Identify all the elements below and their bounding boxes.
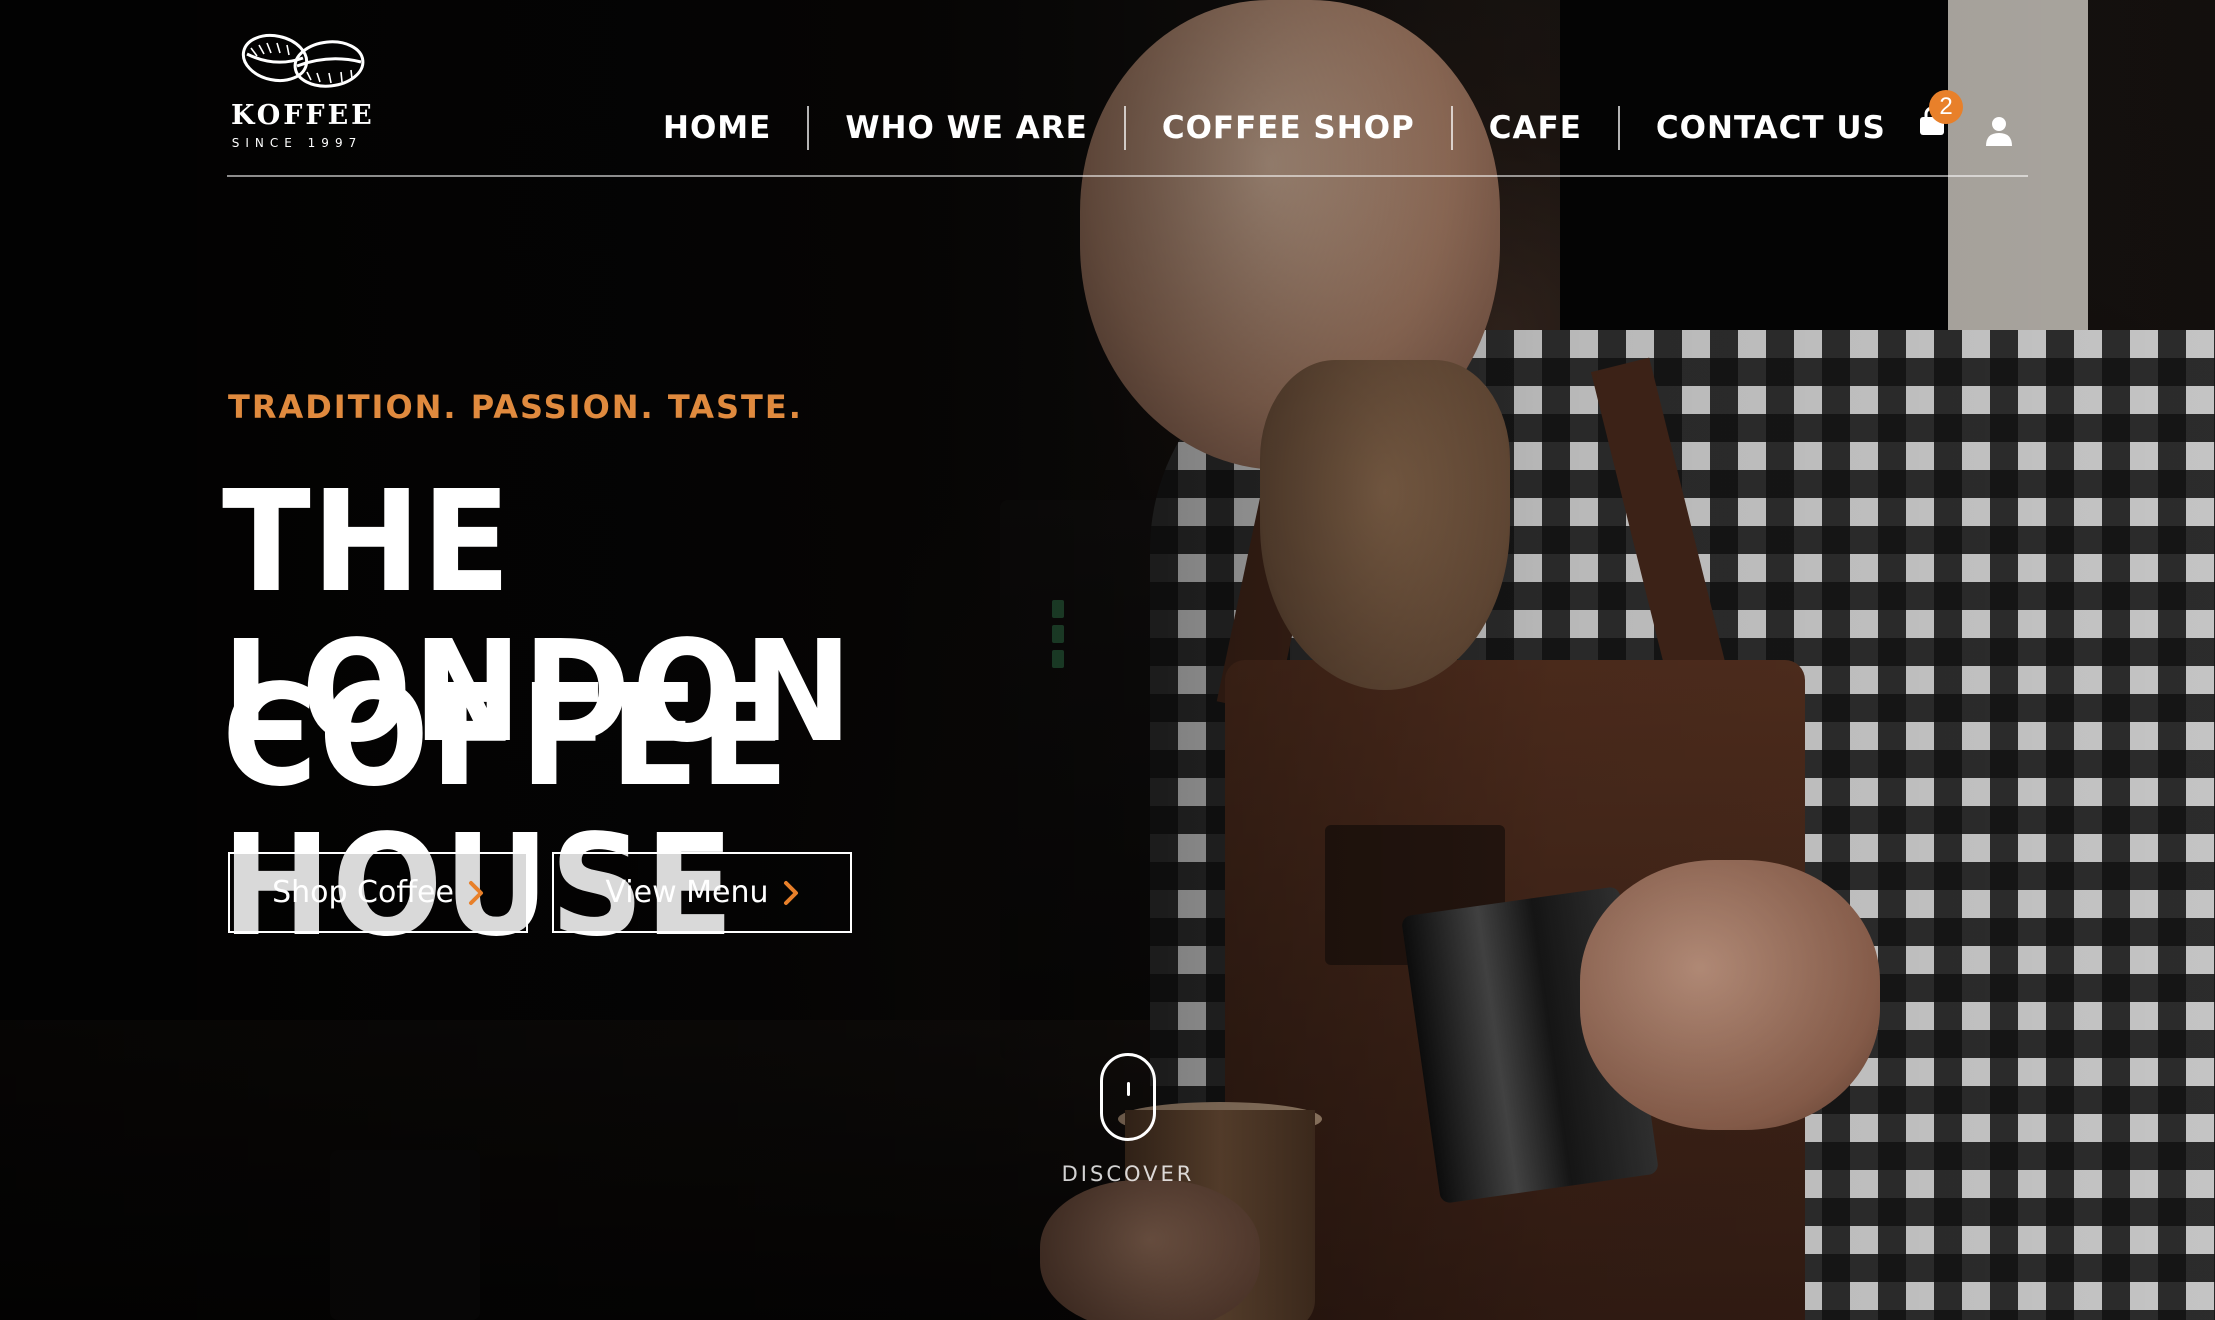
brand-logo[interactable]: KOFFEE SINCE 1997 <box>231 28 375 153</box>
brand-name: KOFFEE <box>231 100 375 131</box>
header-actions: 2 <box>1917 90 2027 150</box>
hero-headline-line-1: THE LONDON <box>222 461 854 774</box>
shop-coffee-button[interactable]: Shop Coffee <box>228 852 528 933</box>
scroll-down-mouse-icon[interactable] <box>1100 1053 1156 1141</box>
chevron-right-icon <box>783 880 798 905</box>
nav-item-cafe[interactable]: CAFE <box>1453 106 1618 150</box>
mouse-wheel <box>1127 1082 1130 1096</box>
coffee-beans-icon <box>241 33 365 88</box>
chevron-right-icon <box>468 880 483 905</box>
brand-since: SINCE 1997 <box>231 136 363 150</box>
hero-tagline: TRADITION. PASSION. TASTE. <box>228 388 803 426</box>
site-header: KOFFEE SINCE 1997 HOME WHO WE ARE COFFEE… <box>227 0 2028 177</box>
main-nav: HOME WHO WE ARE COFFEE SHOP CAFE CONTACT… <box>627 106 1922 150</box>
nav-item-contact-us[interactable]: CONTACT US <box>1620 106 1922 150</box>
user-icon <box>1986 117 2012 146</box>
cart-count-badge: 2 <box>1929 90 1963 124</box>
hero-headline-line-2: COFFEE HOUSE <box>222 655 790 968</box>
account-button[interactable] <box>1985 116 2013 146</box>
shop-coffee-label: Shop Coffee <box>272 875 454 910</box>
nav-item-who-we-are[interactable]: WHO WE ARE <box>809 106 1124 150</box>
view-menu-button[interactable]: View Menu <box>552 852 852 933</box>
nav-item-home[interactable]: HOME <box>627 106 807 150</box>
nav-item-coffee-shop[interactable]: COFFEE SHOP <box>1126 106 1451 150</box>
discover-label[interactable]: DISCOVER <box>1028 1162 1228 1186</box>
view-menu-label: View Menu <box>605 875 769 910</box>
